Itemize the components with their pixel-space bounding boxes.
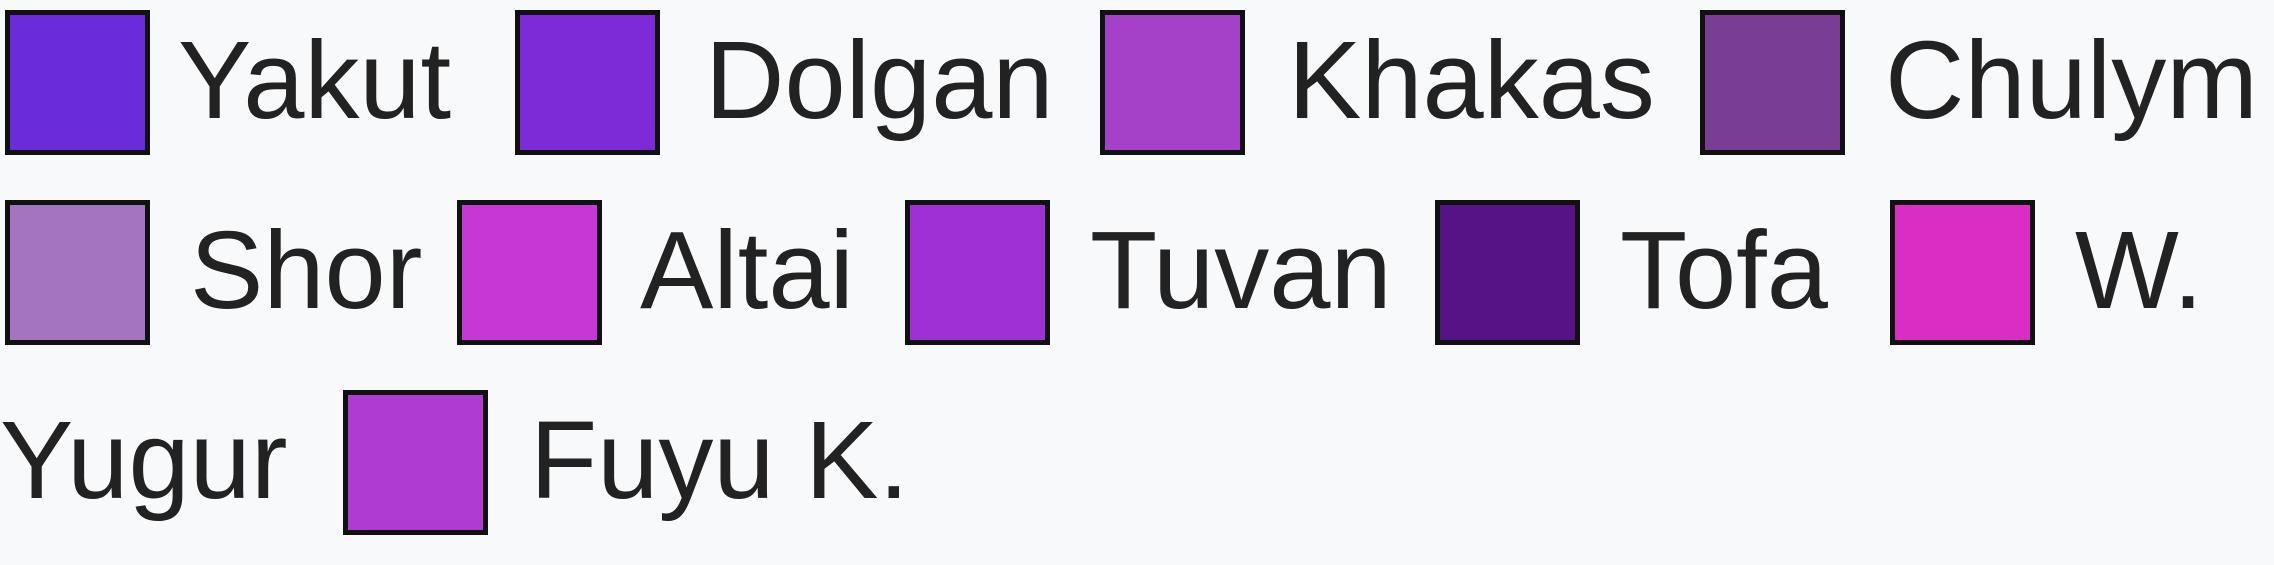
legend-row-3: Yugur Fuyu K.	[0, 386, 2274, 546]
legend-swatch-altai	[457, 200, 602, 345]
legend-swatch-khakas	[1100, 10, 1245, 155]
legend-swatch-shor	[5, 200, 150, 345]
legend-swatch-yakut	[5, 10, 150, 155]
legend-row-2: Shor Altai Tuvan Tofa W.	[0, 196, 2274, 356]
legend-swatch-w-yugur	[1890, 200, 2035, 345]
legend-label-w-yugur-continued: Yugur	[0, 399, 288, 522]
legend-label-yakut: Yakut	[178, 19, 452, 142]
legend-swatch-dolgan	[515, 10, 660, 155]
legend-label-shor: Shor	[190, 209, 423, 332]
legend-label-w-yugur: W.	[2075, 209, 2204, 332]
legend-label-fuyu-k: Fuyu K.	[530, 399, 910, 522]
legend-label-tofa: Tofa	[1620, 209, 1828, 332]
legend-label-altai: Altai	[640, 209, 854, 332]
legend: Yakut Dolgan Khakas Chulym Shor Altai Tu…	[0, 0, 2274, 565]
legend-row-1: Yakut Dolgan Khakas Chulym	[0, 6, 2274, 166]
legend-swatch-tuvan	[905, 200, 1050, 345]
legend-label-chulym: Chulym	[1885, 19, 2258, 142]
legend-label-khakas: Khakas	[1288, 19, 1655, 142]
legend-swatch-chulym	[1700, 10, 1845, 155]
legend-swatch-fuyu-k	[343, 390, 488, 535]
legend-swatch-tofa	[1435, 200, 1580, 345]
legend-label-tuvan: Tuvan	[1090, 209, 1392, 332]
legend-label-dolgan: Dolgan	[705, 19, 1054, 142]
